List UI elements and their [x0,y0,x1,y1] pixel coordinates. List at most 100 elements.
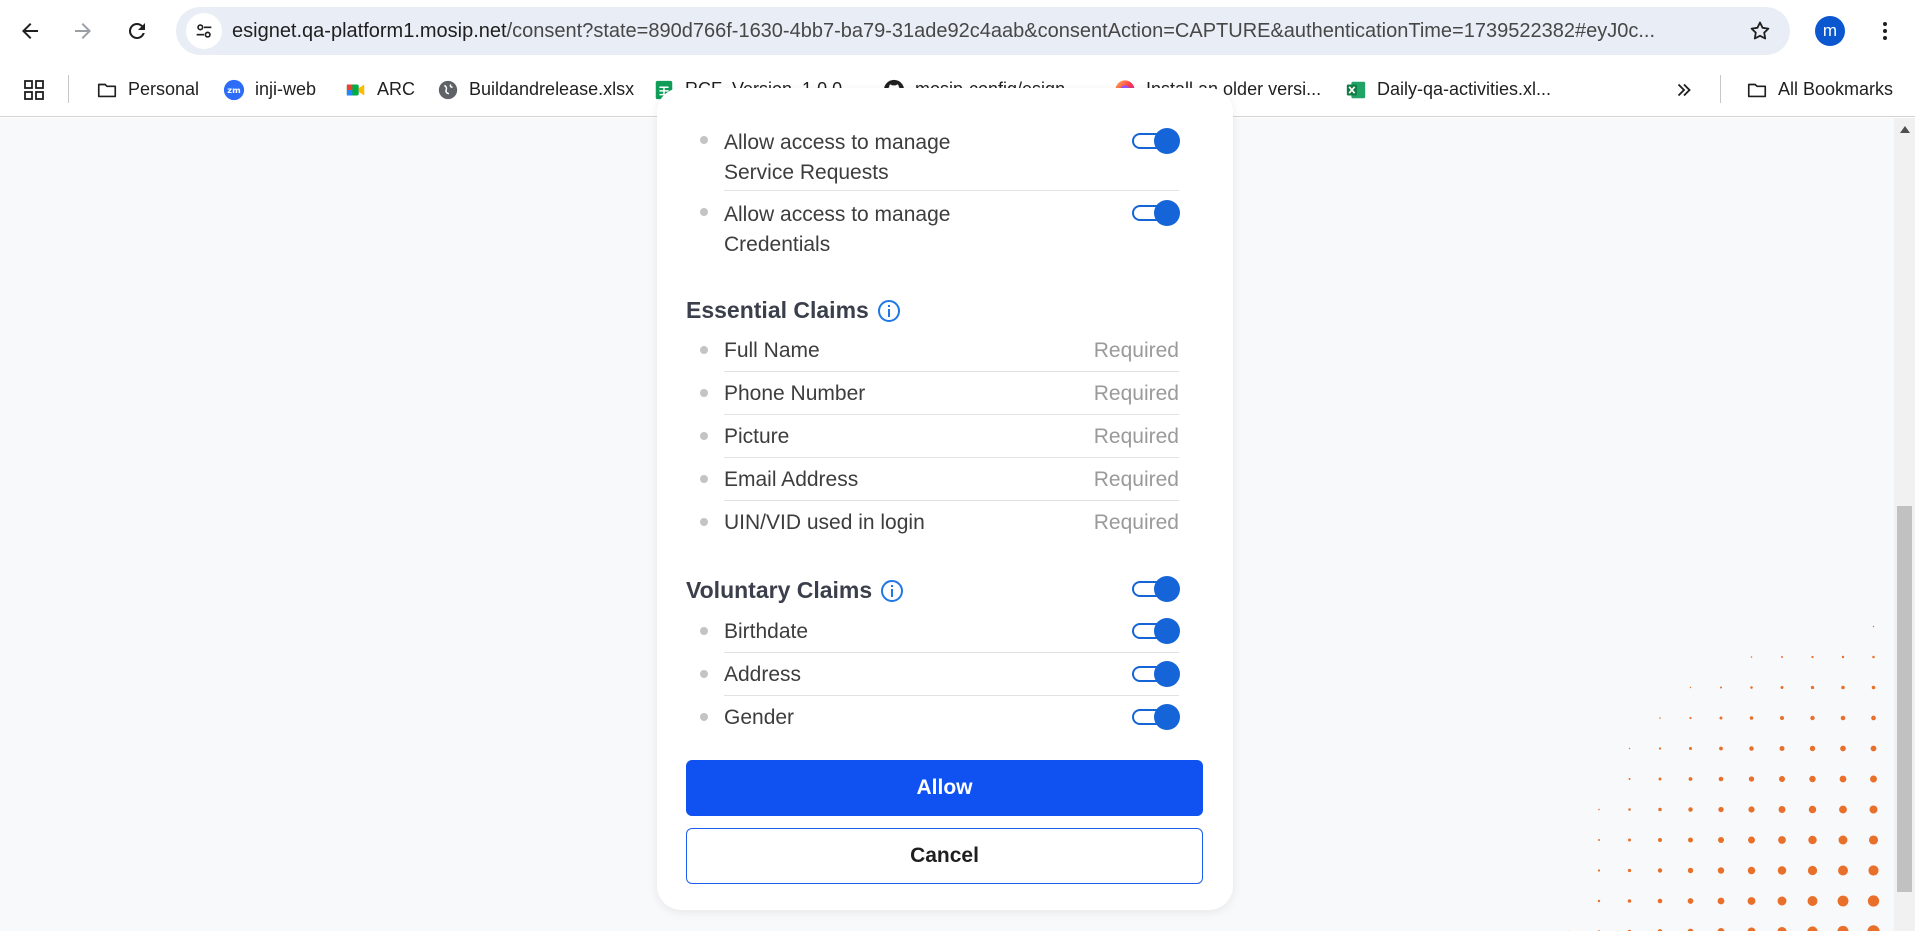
claim-row-gender: Gender [700,703,1179,739]
decorative-dot [1657,868,1663,873]
decorative-dot [1810,715,1815,721]
folder-icon [1746,79,1768,101]
decorative-dot [1870,745,1877,752]
decorative-dot [1777,866,1787,875]
bookmark-personal[interactable]: Personal [96,62,199,117]
scope-label-line1: Allow access to manage [724,131,951,154]
claim-required-text: Required [1093,339,1179,362]
reload-button[interactable] [117,11,157,51]
voluntary-claims-heading: Voluntary Claims [686,577,873,603]
bookmarks-separator [68,75,69,103]
voluntary-claims-title: Voluntary Claims [686,577,904,604]
scroll-up-arrow-icon[interactable] [1900,126,1910,133]
decorative-dot [1628,808,1631,811]
decorative-dot [1687,898,1694,904]
toggle-knob [1154,200,1180,226]
info-icon[interactable] [880,579,904,603]
claim-required-text: Required [1093,425,1179,448]
decorative-dot [1598,808,1600,811]
decorative-dot [1840,745,1846,752]
apps-grid-icon [24,79,44,100]
decorative-dot [1657,898,1663,904]
scrollbar-thumb[interactable] [1897,506,1912,892]
list-bullet [700,346,708,354]
decorative-dot [1871,715,1876,721]
bookmarks-separator [1720,75,1721,103]
decorative-dot [1809,775,1816,783]
browser-toolbar: esignet.qa-platform1.mosip.net/consent?s… [0,0,1915,62]
address-bar[interactable]: esignet.qa-platform1.mosip.net/consent?s… [176,7,1790,55]
decorative-dot [1868,835,1879,845]
browser-menu-button[interactable] [1868,14,1902,48]
toggle-knob [1154,576,1180,602]
toggle-credentials[interactable] [1130,200,1180,226]
claim-required-text: Required [1093,382,1179,405]
claim-label: UIN/VID used in login [724,511,925,534]
forward-button[interactable] [63,11,103,51]
scope-row-service-requests: Allow access to manage Service Requests [700,128,1179,191]
url-text: esignet.qa-platform1.mosip.net/consent?s… [232,7,1692,55]
claim-label: Full Name [724,339,820,362]
decorative-dot [1627,868,1632,873]
allow-button[interactable]: Allow [686,760,1203,816]
decorative-dot [1659,717,1661,719]
info-icon[interactable] [877,299,901,323]
decorative-dot [1718,837,1724,843]
toggle-voluntary-all[interactable] [1130,576,1180,602]
toggle-knob [1154,128,1180,154]
decorative-dot [1872,625,1875,628]
list-bullet [700,670,708,678]
bookmark-star-icon[interactable] [1748,19,1772,43]
claim-required-text: Required [1093,511,1179,534]
bookmark-label: Personal [128,79,200,99]
decorative-dot [1719,686,1723,689]
excel-icon [1345,79,1367,101]
essential-claims-title: Essential Claims [686,297,901,324]
bookmark-daily-qa[interactable]: Daily-qa-activities.xl... [1345,62,1551,117]
decorative-dot [1840,715,1846,721]
list-bullet [700,518,708,526]
bookmark-inji-web[interactable]: zm inji-web [223,62,316,117]
site-info-button[interactable] [186,13,222,49]
decorative-dot [1872,655,1875,659]
folder-icon [96,79,118,101]
decorative-dot [1658,747,1662,750]
claim-label: Birthdate [724,620,809,643]
scope-label-line1: Allow access to manage [724,203,951,226]
decorative-dot [1811,655,1814,659]
decorative-dot [1869,805,1878,814]
decorative-dot [1687,867,1694,874]
toggle-address[interactable] [1130,661,1180,687]
toggle-birthdate[interactable] [1130,618,1180,644]
claim-required-text: Required [1093,468,1179,491]
decorative-dot [1808,835,1817,845]
decorative-dot [1719,716,1723,720]
claim-label: Gender [724,706,795,729]
row-divider [724,371,1179,372]
meet-icon [345,79,367,101]
cancel-button[interactable]: Cancel [686,828,1203,884]
bookmarks-overflow-button[interactable] [1673,62,1695,117]
toggle-service-requests[interactable] [1130,128,1180,154]
decorative-dot [1868,865,1879,876]
bookmark-arc[interactable]: ARC [345,62,415,117]
claim-label: Phone Number [724,382,866,405]
decorative-dot [1841,655,1845,659]
list-bullet [700,627,708,635]
double-chevron-right-icon [1677,83,1691,96]
decorative-dot [1779,776,1785,782]
decorative-dot [1627,899,1632,903]
back-button[interactable] [10,11,50,51]
toggle-gender[interactable] [1130,704,1180,730]
all-bookmarks-button[interactable]: All Bookmarks [1746,62,1893,117]
bookmark-buildandrelease[interactable]: Buildandrelease.xlsx [437,62,634,117]
svg-text:zm: zm [227,85,240,95]
row-divider [724,695,1179,696]
claim-label: Email Address [724,468,859,491]
apps-button[interactable] [22,62,46,117]
profile-avatar[interactable]: m [1815,16,1845,46]
decorative-dot [1688,746,1693,751]
list-bullet [700,136,708,144]
decorative-dot [1779,715,1785,721]
page-scrollbar[interactable] [1894,118,1915,931]
